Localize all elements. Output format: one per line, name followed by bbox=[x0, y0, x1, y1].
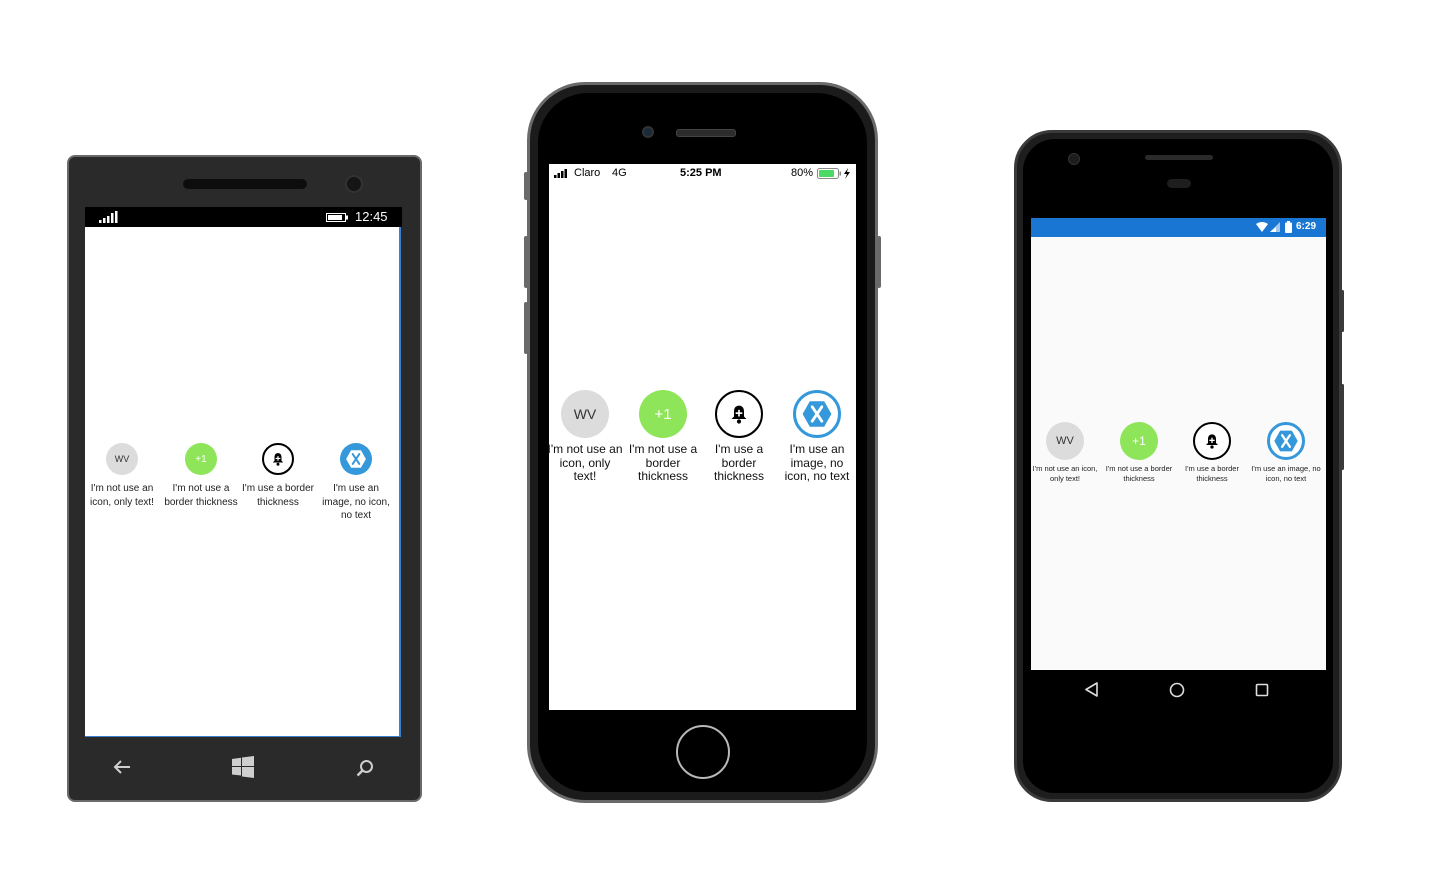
ios-app-screen: Claro 4G 5:25 PM 80% WV I'm not use an i… bbox=[547, 164, 856, 710]
avatar-icon-circle[interactable] bbox=[262, 443, 294, 475]
ios-status-bar: Claro 4G 5:25 PM 80% bbox=[549, 164, 856, 184]
battery-charging-icon bbox=[817, 168, 850, 179]
android-device: 6:29 WV I'm not use an icon, only text! … bbox=[1014, 130, 1342, 802]
avatar-text-item[interactable]: WV I'm not use an icon, only text! bbox=[83, 443, 161, 509]
front-camera bbox=[1068, 153, 1080, 165]
windows-nav-bar bbox=[85, 742, 402, 792]
avatar-caption: I'm use a border thickness bbox=[242, 483, 314, 508]
avatar-count-circle[interactable]: +1 bbox=[1120, 422, 1158, 460]
avatar-count-circle[interactable]: +1 bbox=[639, 390, 687, 438]
android-status-bar: 6:29 bbox=[1031, 218, 1326, 237]
avatar-caption: I'm not use a border thickness bbox=[1105, 464, 1173, 483]
front-camera bbox=[642, 126, 654, 138]
windows-phone-device: 12:45 WV I'm not use an icon, only text!… bbox=[67, 155, 422, 802]
earpiece-speaker bbox=[1145, 155, 1213, 160]
avatar-image-item[interactable]: I'm use an image, no icon, no text bbox=[317, 443, 395, 523]
home-circle-icon[interactable] bbox=[1169, 682, 1185, 698]
earpiece-speaker bbox=[676, 129, 736, 137]
avatar-text-item[interactable]: WV I'm not use an icon, only text! bbox=[1029, 422, 1101, 483]
status-time: 5:25 PM bbox=[680, 167, 722, 179]
avatar-initials: WV bbox=[573, 406, 597, 422]
android-nav-bar bbox=[1031, 670, 1326, 710]
avatar-image-item[interactable]: I'm use an image, no icon, no text bbox=[779, 390, 855, 484]
xamarin-logo-icon bbox=[1274, 430, 1298, 452]
avatar-text-circle[interactable]: WV bbox=[1046, 422, 1084, 460]
avatar-caption: I'm use an image, no icon, no text bbox=[322, 483, 390, 521]
avatar-count: +1 bbox=[1132, 434, 1146, 448]
avatar-icon-circle[interactable] bbox=[1193, 422, 1231, 460]
avatar-initials: WV bbox=[114, 454, 130, 464]
avatar-text-circle[interactable]: WV bbox=[106, 443, 138, 475]
avatar-text-item[interactable]: WV I'm not use an icon, only text! bbox=[547, 390, 623, 484]
bell-plus-icon bbox=[731, 405, 747, 424]
xamarin-logo-icon bbox=[802, 401, 832, 427]
earpiece-speaker bbox=[183, 179, 307, 189]
recents-square-icon[interactable] bbox=[1255, 683, 1269, 697]
battery-icon bbox=[1285, 221, 1292, 233]
avatar-caption: I'm not use an icon, only text! bbox=[547, 442, 623, 483]
windows-start-icon[interactable] bbox=[232, 756, 254, 778]
iphone-device: Claro 4G 5:25 PM 80% WV I'm not use an i… bbox=[527, 82, 878, 803]
avatar-image-circle[interactable] bbox=[340, 443, 372, 475]
avatar-caption: I'm use an image, no icon, no text bbox=[784, 442, 850, 483]
network-type: 4G bbox=[612, 167, 627, 179]
avatar-caption: I'm not use a border thickness bbox=[628, 442, 698, 483]
avatar-icon-circle[interactable] bbox=[715, 390, 763, 438]
bell-plus-icon bbox=[1206, 434, 1218, 449]
avatar-text-circle[interactable]: WV bbox=[561, 390, 609, 438]
front-camera bbox=[345, 175, 363, 193]
search-icon[interactable] bbox=[356, 759, 374, 777]
avatar-image-item[interactable]: I'm use an image, no icon, no text bbox=[1250, 422, 1322, 483]
avatar-count: +1 bbox=[195, 453, 207, 465]
avatar-count-item[interactable]: +1 I'm not use a border thickness bbox=[1103, 422, 1175, 483]
avatar-caption: I'm use a border thickness bbox=[713, 442, 765, 483]
avatar-image-circle[interactable] bbox=[793, 390, 841, 438]
back-arrow-icon[interactable] bbox=[113, 759, 131, 775]
carrier-name: Claro bbox=[574, 167, 601, 179]
status-time: 12:45 bbox=[355, 209, 388, 224]
avatar-count: +1 bbox=[654, 405, 672, 423]
proximity-sensor bbox=[1167, 179, 1191, 188]
home-button[interactable] bbox=[676, 725, 730, 779]
avatar-caption: I'm not use a border thickness bbox=[164, 483, 238, 508]
battery-charging-icon bbox=[326, 213, 348, 222]
avatar-count-circle[interactable]: +1 bbox=[185, 443, 217, 475]
avatar-count-item[interactable]: +1 I'm not use a border thickness bbox=[162, 443, 240, 509]
avatar-caption: I'm use an image, no icon, no text bbox=[1251, 464, 1321, 483]
avatar-initials: WV bbox=[1056, 435, 1074, 447]
avatar-icon-item[interactable]: I'm use a border thickness bbox=[1176, 422, 1248, 483]
avatar-caption: I'm not use an icon, only text! bbox=[1032, 464, 1098, 483]
signal-icon bbox=[99, 211, 118, 223]
wifi-signal-icon bbox=[1256, 222, 1280, 232]
windows-status-bar: 12:45 bbox=[85, 207, 402, 227]
avatar-caption: I'm use a border thickness bbox=[1185, 464, 1239, 483]
avatar-icon-item[interactable]: I'm use a border thickness bbox=[239, 443, 317, 509]
avatar-caption: I'm not use an icon, only text! bbox=[90, 483, 154, 508]
status-time: 6:29 bbox=[1296, 221, 1317, 232]
avatar-count-item[interactable]: +1 I'm not use a border thickness bbox=[625, 390, 701, 484]
avatar-image-circle[interactable] bbox=[1267, 422, 1305, 460]
android-app-screen: WV I'm not use an icon, only text! +1 I'… bbox=[1031, 237, 1326, 670]
back-triangle-icon[interactable] bbox=[1085, 682, 1099, 697]
battery-percent: 80% bbox=[791, 167, 814, 179]
windows-app-screen: WV I'm not use an icon, only text! +1 I'… bbox=[85, 227, 401, 737]
bell-plus-icon bbox=[272, 453, 284, 466]
xamarin-logo-icon bbox=[346, 450, 366, 468]
signal-bars-icon bbox=[554, 169, 567, 178]
avatar-icon-item[interactable]: I'm use a border thickness bbox=[701, 390, 777, 484]
